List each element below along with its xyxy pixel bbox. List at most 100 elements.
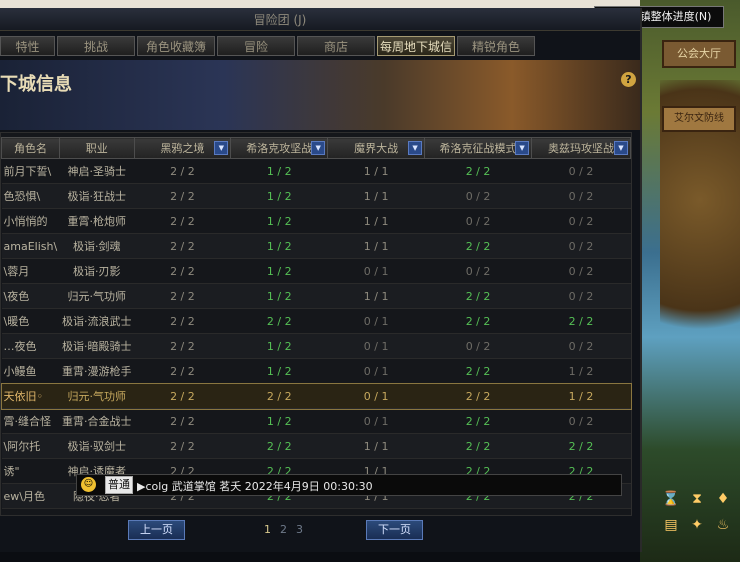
column-header-6[interactable]: 希洛克征战模式 ▼ [424, 137, 533, 159]
next-page-button[interactable]: 下一页 [366, 520, 423, 540]
table-row[interactable]: 前月下誓\ 神启·圣骑士 2 / 21 / 21 / 12 / 20 / 2 [1, 158, 631, 184]
dropdown-arrow-icon[interactable]: ▼ [214, 141, 229, 155]
dropdown-arrow-icon[interactable]: ▼ [311, 141, 326, 155]
dropdown-arrow-icon[interactable]: ▼ [515, 141, 530, 155]
hourglass-icon[interactable]: ⌛ [660, 488, 682, 510]
table-row[interactable]: 色恐惧\ 极诣·狂战士 2 / 21 / 21 / 10 / 20 / 2 [1, 183, 631, 209]
chat-message-bar: ☺ 普通 ▶colg 武道掌馆 茗夭 2022年4月9日 00:30:30 [76, 474, 622, 496]
table-row[interactable]: 天依旧◦ 归元·气功师 2 / 22 / 20 / 12 / 21 / 2 [0, 382, 632, 410]
column-header-label: 魔界大战 [354, 142, 399, 155]
item-icon[interactable]: ♦ [712, 488, 734, 510]
clear-count-cell: 2 / 2 [424, 358, 532, 384]
character-name-cell: ew\月色 [1, 483, 60, 509]
scene-sign-guild-hall: 公会大厅 [662, 40, 736, 68]
table-row[interactable]: \阿尔托 极诣·驭剑士 2 / 22 / 21 / 12 / 22 / 2 [1, 433, 631, 459]
chat-channel-label[interactable]: 普通 [105, 476, 133, 494]
table-row[interactable]: 霄·缝合怪 重霄·合金战士 2 / 21 / 20 / 12 / 20 / 2 [1, 408, 631, 434]
tab-6[interactable]: 每周地下城信息 [377, 36, 455, 74]
timer-icon[interactable]: ⧗ [686, 488, 708, 510]
class-cell: 归元·气功师 [59, 383, 134, 409]
help-icon[interactable]: ? [621, 72, 636, 87]
tab-1[interactable]: 特性 [0, 36, 55, 56]
column-header-5[interactable]: 魔界大战 ▼ [327, 137, 426, 159]
class-cell: 神启·圣骑士 [59, 158, 134, 184]
clear-count-cell: 1 / 2 [230, 208, 328, 234]
clear-count-cell: 1 / 2 [230, 358, 328, 384]
clear-count-cell: 0 / 1 [327, 258, 425, 284]
clear-count-cell: 2 / 2 [134, 258, 231, 284]
clear-count-cell: 0 / 2 [531, 258, 631, 284]
column-header-4[interactable]: 希洛克攻坚战 ▼ [230, 137, 329, 159]
table-row[interactable]: \蓉月 极诣·刃影 2 / 21 / 20 / 10 / 20 / 2 [1, 258, 631, 284]
smiley-icon[interactable]: ☺ [81, 477, 96, 492]
clear-count-cell: 0 / 2 [424, 183, 532, 209]
class-cell: 极诣·暗殿骑士 [59, 333, 134, 359]
class-cell: 极诣·刃影 [59, 258, 134, 284]
window-title: 冒险团 (J) [253, 13, 307, 27]
page-number-1[interactable]: 1 [264, 523, 271, 536]
star-icon[interactable]: ✦ [686, 514, 708, 536]
clear-count-cell: 2 / 2 [134, 333, 231, 359]
clear-count-cell: 1 / 2 [230, 283, 328, 309]
tab-5[interactable]: 商店 [297, 36, 375, 56]
table-row[interactable]: 小悄悄的 重霄·枪炮师 2 / 21 / 21 / 10 / 20 / 2 [1, 208, 631, 234]
tab-4[interactable]: 冒险 [217, 36, 295, 56]
tab-2[interactable]: 挑战 [57, 36, 135, 56]
table-row[interactable]: …夜色 极诣·暗殿骑士 2 / 21 / 20 / 10 / 20 / 2 [1, 333, 631, 359]
table-row[interactable]: amaElish\ 极诣·剑魂 2 / 21 / 21 / 12 / 20 / 2 [1, 233, 631, 259]
window-titlebar[interactable]: 冒险团 (J) [0, 8, 640, 31]
clear-count-cell: 2 / 2 [424, 308, 532, 334]
clear-count-cell: 1 / 1 [327, 233, 425, 259]
clear-count-cell: 0 / 1 [327, 333, 425, 359]
column-header-label: 角色名 [14, 142, 48, 155]
clear-count-cell: 0 / 2 [531, 283, 631, 309]
column-header-2: 职业 [59, 137, 135, 159]
clear-count-cell: 1 / 1 [327, 183, 425, 209]
clear-count-cell: 2 / 2 [424, 283, 532, 309]
column-header-label: 奥兹玛攻坚战 [548, 142, 615, 155]
tab-bar: 特性挑战角色收藏簿冒险商店每周地下城信息精锐角色 [0, 36, 640, 74]
header-banner: 下城信息 [0, 60, 640, 130]
clear-count-cell: 2 / 2 [424, 408, 532, 434]
column-header-7[interactable]: 奥兹玛攻坚战 ▼ [531, 137, 631, 159]
table-row[interactable]: \暖色 极诣·流浪武士 2 / 22 / 20 / 12 / 22 / 2 [1, 308, 631, 334]
clear-count-cell: 2 / 2 [134, 158, 231, 184]
clear-count-cell: 2 / 2 [134, 408, 231, 434]
book-icon[interactable]: ▤ [660, 514, 682, 536]
clear-count-cell: 1 / 2 [230, 333, 328, 359]
column-header-3[interactable]: 黑鸦之境 ▼ [133, 137, 232, 159]
tab-7[interactable]: 精锐角色 [457, 36, 535, 56]
clear-count-cell: 0 / 2 [531, 183, 631, 209]
clear-count-cell: 2 / 2 [134, 308, 231, 334]
clear-count-cell: 2 / 2 [134, 283, 231, 309]
clear-count-cell: 2 / 2 [134, 433, 231, 459]
flame-icon[interactable]: ♨ [712, 514, 734, 536]
table-row[interactable]: 小鳗鱼 重霄·漫游枪手 2 / 21 / 20 / 12 / 21 / 2 [1, 358, 631, 384]
page-number-3[interactable]: 3 [296, 523, 303, 536]
adventure-team-window: 冒险团 (J) 特性挑战角色收藏簿冒险商店每周地下城信息精锐角色 下城信息 ? … [0, 8, 642, 552]
clear-count-cell: 1 / 2 [230, 233, 328, 259]
prev-page-button[interactable]: 上一页 [128, 520, 185, 540]
clear-count-cell: 0 / 2 [424, 333, 532, 359]
table-row[interactable]: \夜色 归元·气功师 2 / 21 / 21 / 12 / 20 / 2 [1, 283, 631, 309]
character-name-cell: 小鳗鱼 [1, 358, 60, 384]
class-cell: 极诣·驭剑士 [59, 433, 134, 459]
character-name-cell: \暖色 [1, 308, 60, 334]
class-cell: 归元·气功师 [59, 283, 134, 309]
character-name-cell: 霄·缝合怪 [1, 408, 60, 434]
clear-count-cell: 1 / 1 [327, 283, 425, 309]
clear-count-cell: 2 / 2 [531, 433, 631, 459]
clear-count-cell: 1 / 2 [531, 358, 631, 384]
dropdown-arrow-icon[interactable]: ▼ [408, 141, 423, 155]
character-name-cell: 诱" [1, 458, 60, 484]
chat-message-text: ▶colg 武道掌馆 茗夭 2022年4月9日 00:30:30 [137, 480, 373, 493]
character-name-cell: 天依旧◦ [1, 383, 60, 409]
dropdown-arrow-icon[interactable]: ▼ [614, 141, 628, 155]
character-name-cell: 前月下誓\ [1, 158, 60, 184]
clear-count-cell: 0 / 2 [531, 208, 631, 234]
tab-3[interactable]: 角色收藏簿 [137, 36, 215, 56]
clear-count-cell: 1 / 2 [531, 383, 631, 409]
page-number-2[interactable]: 2 [280, 523, 287, 536]
character-name-cell: amaElish\ [1, 233, 60, 259]
character-name-cell: \阿尔托 [1, 433, 60, 459]
